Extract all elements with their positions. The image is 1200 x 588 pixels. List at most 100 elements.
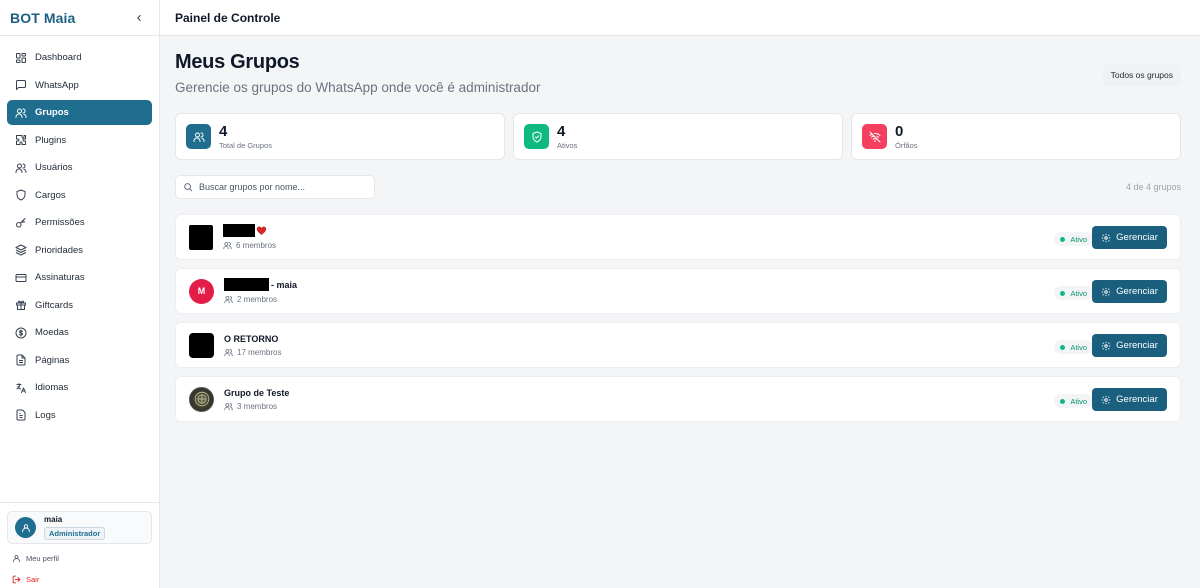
status-badge: Ativo [1054, 340, 1093, 354]
status-text: Ativo [1070, 396, 1087, 406]
sidebar-item-label: Usuários [35, 162, 73, 173]
sidebar: BOT Maia Dashboard WhatsApp Grupos Plugi… [0, 0, 160, 588]
status-text: Ativo [1070, 234, 1087, 244]
sidebar-item-whatsapp[interactable]: WhatsApp [7, 73, 152, 98]
sidebar-item-label: Moedas [35, 327, 69, 338]
sidebar-item-label: Plugins [35, 134, 67, 146]
manage-button[interactable]: Gerenciar [1092, 280, 1167, 303]
members-count: 3 membros [237, 401, 278, 411]
list-item: O RETORNO 17 membros Ativo Gerenciar [175, 322, 1181, 368]
sidebar-item-logs[interactable]: Logs [7, 403, 152, 428]
group-name: - maia [224, 278, 297, 291]
sidebar-item-label: Assinaturas [35, 272, 85, 283]
users-icon [224, 348, 233, 357]
card-icon [15, 272, 27, 284]
gear-icon [1101, 395, 1111, 405]
shield-check-icon [524, 124, 549, 149]
avatar-initial: M [197, 286, 206, 296]
key-icon [15, 217, 27, 229]
manage-label: Gerenciar [1116, 394, 1158, 405]
stat-value: 0 [895, 123, 904, 140]
stat-value: 4 [219, 123, 228, 140]
users-icon [224, 295, 233, 304]
redacted-text [224, 278, 269, 291]
sidebar-item-usuarios[interactable]: Usuários [7, 155, 152, 180]
sidebar-item-label: Idiomas [35, 382, 69, 393]
users-icon [15, 107, 27, 119]
sidebar-item-giftcards[interactable]: Giftcards [7, 293, 152, 318]
search-input[interactable] [199, 182, 369, 192]
stats-row: 4 Total de Grupos 4 Ativos 0 Órfãos [175, 113, 1181, 160]
manage-button[interactable]: Gerenciar [1092, 334, 1167, 357]
users-icon [186, 124, 211, 149]
status-badge: Ativo [1054, 286, 1093, 300]
sidebar-nav: Dashboard WhatsApp Grupos Plugins Usuári… [0, 36, 159, 428]
user-avatar-icon [21, 523, 30, 532]
user-card[interactable]: maia Administrador [7, 511, 152, 544]
group-list: 6 membros Ativo Gerenciar M - maia 2 mem… [175, 214, 1181, 430]
sidebar-item-plugins[interactable]: Plugins [7, 128, 152, 153]
group-name: Grupo de Teste [224, 387, 290, 398]
stat-card-orphans: 0 Órfãos [851, 113, 1181, 160]
sidebar-item-label: Permissões [35, 217, 85, 228]
chevron-left-icon[interactable] [131, 10, 147, 26]
users-icon [224, 402, 233, 411]
sidebar-item-dashboard[interactable]: Dashboard [7, 45, 152, 70]
sidebar-item-permissoes[interactable]: Permissões [7, 210, 152, 235]
sidebar-item-label: Prioridades [35, 244, 84, 256]
sidebar-item-moedas[interactable]: Moedas [7, 320, 152, 345]
stat-label: Total de Grupos [219, 141, 272, 150]
users-icon [223, 241, 232, 250]
search-icon [183, 182, 193, 192]
emblem-icon [194, 391, 209, 407]
logout-link[interactable]: Sair [12, 575, 159, 584]
members-count: 2 membros [237, 295, 278, 304]
dashboard-icon [15, 52, 27, 64]
group-members: 3 membros [224, 402, 289, 411]
members-count: 17 membros [237, 347, 282, 357]
stat-value: 4 [557, 123, 566, 140]
user-name: maia [44, 515, 63, 524]
sidebar-item-label: Páginas [35, 354, 70, 366]
layers-icon [15, 244, 27, 256]
sidebar-footer: maia Administrador Meu perfil Sair [0, 502, 159, 588]
manage-button[interactable]: Gerenciar [1092, 226, 1167, 249]
sidebar-item-cargos[interactable]: Cargos [7, 183, 152, 208]
heart-icon [256, 226, 267, 235]
group-count: 4 de 4 grupos [1125, 182, 1181, 192]
sidebar-item-grupos[interactable]: Grupos [7, 100, 152, 125]
filter-dropdown[interactable]: Todos os grupos [1102, 64, 1181, 86]
user-icon [12, 554, 21, 563]
puzzle-icon [15, 134, 27, 146]
sidebar-item-paginas[interactable]: Páginas [7, 348, 152, 373]
file-icon [15, 354, 27, 366]
sidebar-item-label: WhatsApp [35, 79, 79, 91]
profile-link[interactable]: Meu perfil [12, 554, 159, 563]
search-box [175, 175, 375, 199]
list-item: Grupo de Teste 3 membros Ativo Gerenciar [175, 376, 1181, 422]
sidebar-item-prioridades[interactable]: Prioridades [7, 238, 152, 263]
user-meta: maia Administrador [44, 515, 106, 540]
sidebar-item-label: Giftcards [35, 299, 74, 311]
status-text: Ativo [1070, 342, 1087, 352]
sidebar-item-label: Logs [35, 409, 56, 421]
group-avatar: M [189, 278, 214, 304]
sidebar-item-assinaturas[interactable]: Assinaturas [7, 265, 152, 290]
logout-label: Sair [26, 575, 40, 584]
status-badge: Ativo [1054, 394, 1093, 408]
sidebar-item-label: Grupos [35, 107, 69, 118]
stat-card-total: 4 Total de Grupos [175, 113, 505, 160]
stat-label: Órfãos [895, 141, 918, 150]
sidebar-item-idiomas[interactable]: Idiomas [7, 375, 152, 400]
brand-logo: BOT Maia [10, 9, 76, 26]
group-members: 2 membros [224, 295, 297, 304]
gift-icon [15, 299, 27, 311]
page-subtitle: Gerencie os grupos do WhatsApp onde você… [175, 80, 541, 95]
top-bar: Painel de Controle [160, 0, 1200, 36]
profile-label: Meu perfil [26, 554, 59, 563]
redacted-text [223, 224, 255, 237]
list-item: 6 membros Ativo Gerenciar [175, 214, 1181, 260]
manage-button[interactable]: Gerenciar [1092, 388, 1167, 411]
page-title: Meus Grupos [175, 51, 300, 73]
language-icon [15, 382, 27, 394]
